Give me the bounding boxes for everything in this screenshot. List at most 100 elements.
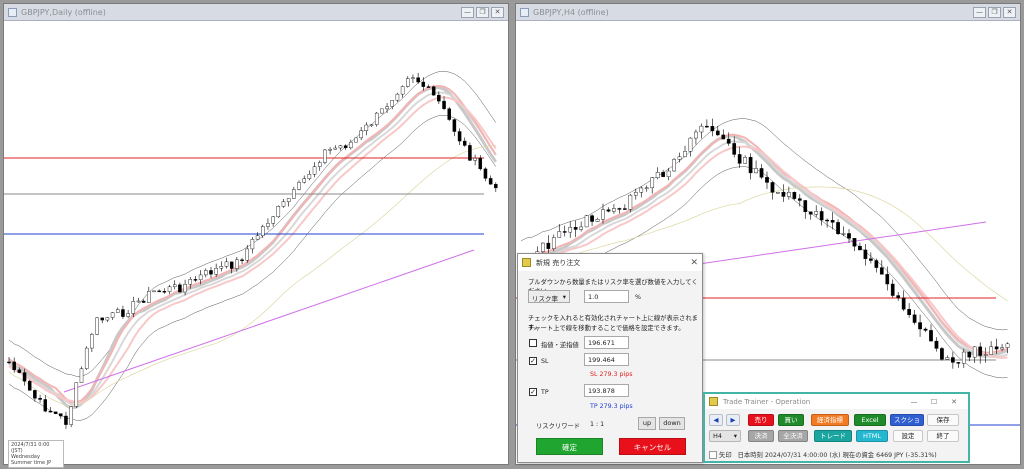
timeframe-select[interactable]: H4 ▾ xyxy=(709,430,741,442)
candle-body xyxy=(7,361,11,364)
minimize-button[interactable]: — xyxy=(973,6,986,18)
candle-body xyxy=(940,348,944,360)
candle-body xyxy=(579,226,583,230)
sell-button[interactable]: 売り xyxy=(748,414,774,426)
candle-body xyxy=(694,131,698,139)
risk-value-input[interactable]: 1.0 xyxy=(584,290,629,303)
trainer-titlebar[interactable]: Trade Trainer - Operation — ☐ ✕ xyxy=(705,394,968,409)
candle-body xyxy=(546,242,551,249)
quantity-mode-select[interactable]: リスク率 ▾ xyxy=(528,290,570,303)
candle-body xyxy=(12,361,16,371)
up-button[interactable]: up xyxy=(638,417,656,430)
trade-button[interactable]: トレード xyxy=(814,430,852,442)
sl-price-input[interactable]: 199.464 xyxy=(584,353,629,366)
candle-body xyxy=(770,182,775,193)
prev-bar-button[interactable]: ◀ xyxy=(709,414,723,426)
close-button[interactable]: ✕ xyxy=(491,6,504,18)
arrow-checkbox[interactable] xyxy=(709,451,717,459)
dialog-title: 新規 売り注文 xyxy=(536,258,581,267)
status-bar: 矢印 日本時刻 2024/07/31 4:00:00 (水) 現在の資金 646… xyxy=(709,450,937,459)
bar-info-line: Summer time JP xyxy=(11,460,52,466)
restore-button[interactable]: ☐ xyxy=(924,398,944,406)
down-button[interactable]: down xyxy=(659,417,685,430)
candle-body xyxy=(732,143,737,155)
close-button[interactable]: ✕ xyxy=(1003,6,1016,18)
candle-body xyxy=(934,340,939,349)
candle-body xyxy=(369,124,374,126)
minimize-button[interactable]: — xyxy=(461,6,474,18)
candle-body xyxy=(879,267,884,275)
confirm-button[interactable]: 確定 xyxy=(536,438,603,455)
indicator-line xyxy=(8,145,496,408)
buy-button[interactable]: 買い xyxy=(778,414,804,426)
tp-checkbox[interactable]: ✓ xyxy=(529,388,537,396)
candle-body xyxy=(328,149,332,151)
daily-chart-window[interactable]: GBPJPY,Daily (offline) — ❐ ✕ 2024/7/31 0… xyxy=(3,3,509,468)
candle-body xyxy=(105,317,110,321)
excel-button[interactable]: Excel xyxy=(854,414,886,426)
candle-body xyxy=(655,172,660,178)
limit-checkbox[interactable] xyxy=(529,339,537,347)
candle-body xyxy=(972,346,977,358)
candle-body xyxy=(17,369,22,373)
settle-all-button[interactable]: 全決済 xyxy=(778,430,808,442)
candle-body xyxy=(874,260,879,268)
candle-body xyxy=(478,157,483,170)
candle-body xyxy=(743,157,747,164)
candle-body xyxy=(172,284,177,287)
candle-body xyxy=(152,290,156,293)
candle-body xyxy=(323,149,327,163)
candle-body xyxy=(737,154,742,164)
tp-label: TP xyxy=(541,389,549,396)
candle-body xyxy=(147,291,151,303)
candle-body xyxy=(748,157,753,174)
next-bar-button[interactable]: ▶ xyxy=(726,414,740,426)
settle-button[interactable]: 決済 xyxy=(748,430,774,442)
screenshot-button[interactable]: スクショ xyxy=(890,414,924,426)
tp-price-input[interactable]: 193.878 xyxy=(584,384,629,397)
candle-body xyxy=(705,125,709,128)
candle-body xyxy=(541,242,545,252)
candle-body xyxy=(688,137,693,152)
timeframe-value: H4 xyxy=(713,432,723,440)
candle-body xyxy=(754,168,758,174)
candle-body xyxy=(333,147,338,150)
candle-body xyxy=(452,119,457,132)
candle-body xyxy=(245,248,249,261)
candle-body xyxy=(343,145,348,149)
sl-checkbox[interactable]: ✓ xyxy=(529,357,537,365)
candle-body xyxy=(426,86,431,88)
minimize-button[interactable]: — xyxy=(904,398,924,406)
limit-price-input[interactable]: 196.671 xyxy=(584,336,629,349)
h4-chart-titlebar[interactable]: GBPJPY,H4 (offline) — ❐ ✕ xyxy=(516,4,1020,21)
limit-label: 指値・逆指値 xyxy=(541,342,579,349)
candle-body xyxy=(224,261,229,267)
cancel-button[interactable]: キャンセル xyxy=(619,438,686,455)
dialog-titlebar[interactable]: 新規 売り注文 ✕ xyxy=(518,254,702,271)
h4-chart-title: GBPJPY,H4 (offline) xyxy=(533,7,609,17)
candle-body xyxy=(633,192,638,196)
sl-pips-text: SL 279.3 pips xyxy=(590,371,633,378)
candle-body xyxy=(819,211,824,221)
candle-body xyxy=(612,208,616,212)
close-icon[interactable]: ✕ xyxy=(690,258,698,268)
candle-body xyxy=(74,382,79,407)
chart-window-icon xyxy=(520,7,529,17)
close-button[interactable]: ✕ xyxy=(944,398,964,406)
restore-button[interactable]: ❐ xyxy=(988,6,1001,18)
candle-body xyxy=(22,372,27,382)
restore-button[interactable]: ❐ xyxy=(476,6,489,18)
html-button[interactable]: HTML xyxy=(856,430,888,442)
candle-body xyxy=(462,140,467,146)
risk-reward-label: リスクリワード xyxy=(536,423,581,430)
daily-chart-titlebar[interactable]: GBPJPY,Daily (offline) — ❐ ✕ xyxy=(4,4,508,21)
candle-body xyxy=(69,406,73,425)
candle-body xyxy=(896,295,901,299)
economic-indicators-button[interactable]: 経済指標 xyxy=(811,414,849,426)
candle-body xyxy=(157,290,161,293)
candle-body xyxy=(281,201,286,207)
settings-button[interactable]: 設定 xyxy=(893,430,923,442)
exit-button[interactable]: 終了 xyxy=(927,430,959,442)
save-button[interactable]: 保存 xyxy=(927,414,959,426)
daily-candlestick-chart[interactable] xyxy=(4,22,508,464)
